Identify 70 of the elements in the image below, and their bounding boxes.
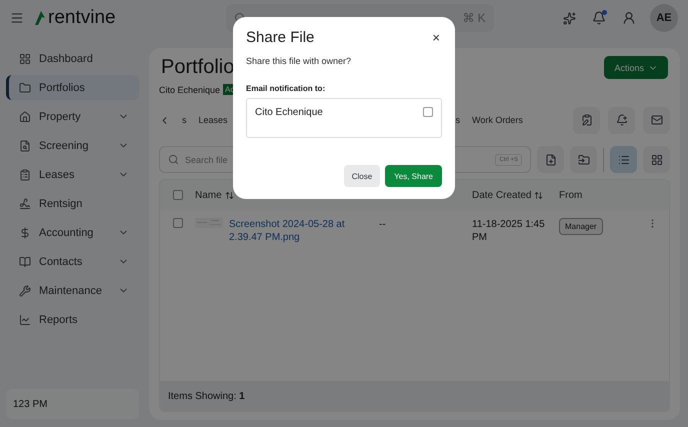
recipient-name: Cito Echenique <box>255 107 324 118</box>
folder-icon <box>578 154 590 166</box>
sidebar-item[interactable]: Dashboard <box>6 46 139 71</box>
file-link[interactable]: Screenshot 2024-05-28 at 2.39.47 PM.png <box>229 218 379 244</box>
sidebar-footer: 123 PM <box>6 389 139 419</box>
wrench-icon <box>19 284 31 296</box>
sidebar-item[interactable]: Portfolios <box>6 75 139 100</box>
sort-icon <box>534 190 544 200</box>
brand-name: rentvine <box>48 7 116 29</box>
sidebar-item[interactable]: Leases <box>6 162 139 187</box>
sidebar-item[interactable]: Rentsign <box>6 191 139 216</box>
sidebar-item[interactable]: Accounting <box>6 220 139 245</box>
list-view-button[interactable] <box>610 146 637 173</box>
file-plus-icon <box>544 154 556 166</box>
table-cell-text: -- <box>379 218 387 231</box>
menu-icon[interactable] <box>10 11 24 25</box>
clipboard-pen-icon <box>580 114 592 126</box>
actions-button[interactable]: Actions <box>604 56 668 79</box>
search-icon <box>168 154 179 165</box>
sidebar-item[interactable]: Property <box>6 104 139 129</box>
clipboard-icon <box>19 168 31 180</box>
column-header[interactable]: Date Created <box>472 190 559 200</box>
grid-icon <box>19 52 31 64</box>
row-checkbox[interactable] <box>173 218 183 228</box>
confirm-button[interactable]: Yes, Share <box>385 165 442 187</box>
email-button[interactable] <box>643 106 670 134</box>
sidebar-item[interactable]: Maintenance <box>6 278 139 303</box>
sidebar-item[interactable]: Screening <box>6 133 139 158</box>
items-count: Items Showing: 1 <box>168 390 245 402</box>
page-title: Portfolio <box>161 56 234 79</box>
user-avatar[interactable]: AE <box>650 4 678 32</box>
recipient-checkbox[interactable] <box>423 107 433 117</box>
person-icon[interactable] <box>622 11 636 25</box>
field-label: Email notification to: <box>246 84 326 93</box>
date-cell-text: 11-18-2025 1:45 PM <box>472 218 546 244</box>
select-all-checkbox[interactable] <box>173 190 183 200</box>
bell-icon[interactable] <box>592 11 606 25</box>
tab[interactable]: s <box>456 115 460 125</box>
file-search-placeholder: Search file <box>185 154 228 164</box>
owner-name: Cito Echenique <box>159 84 220 94</box>
dialog-question: Share this file with owner? <box>246 56 352 66</box>
mail-icon <box>650 114 662 126</box>
source-tag: Manager <box>559 218 603 235</box>
chart-icon <box>19 314 31 326</box>
file-search-icon <box>19 140 31 152</box>
bell-plus-icon <box>616 114 628 126</box>
sidebar-item[interactable]: Reports <box>6 307 139 332</box>
new-folder-button[interactable] <box>570 146 597 173</box>
sort-icon <box>224 190 234 200</box>
cancel-button[interactable]: Close <box>344 165 380 187</box>
grid-view-icon <box>650 154 662 166</box>
sidebar-item[interactable]: Contacts <box>6 249 139 274</box>
sparkle-icon[interactable] <box>563 12 576 24</box>
book-icon <box>19 256 31 268</box>
edit-note-button[interactable] <box>573 106 600 134</box>
grid-view-button[interactable] <box>643 146 670 173</box>
dollar-icon <box>19 226 31 238</box>
column-header[interactable]: Name <box>195 190 472 200</box>
folder-icon <box>19 82 31 94</box>
house-icon <box>19 110 31 122</box>
tab[interactable]: s <box>182 115 186 125</box>
column-header: From <box>559 190 584 200</box>
reminder-button[interactable] <box>608 106 635 134</box>
tab[interactable]: Leases <box>198 115 228 125</box>
dialog-title: Share File <box>246 29 314 46</box>
upload-file-button[interactable] <box>537 146 564 173</box>
leaf-logo-icon <box>34 10 46 26</box>
signature-icon <box>19 198 31 210</box>
close-button[interactable]: × <box>430 29 442 46</box>
tab[interactable]: Work Orders <box>472 115 523 125</box>
